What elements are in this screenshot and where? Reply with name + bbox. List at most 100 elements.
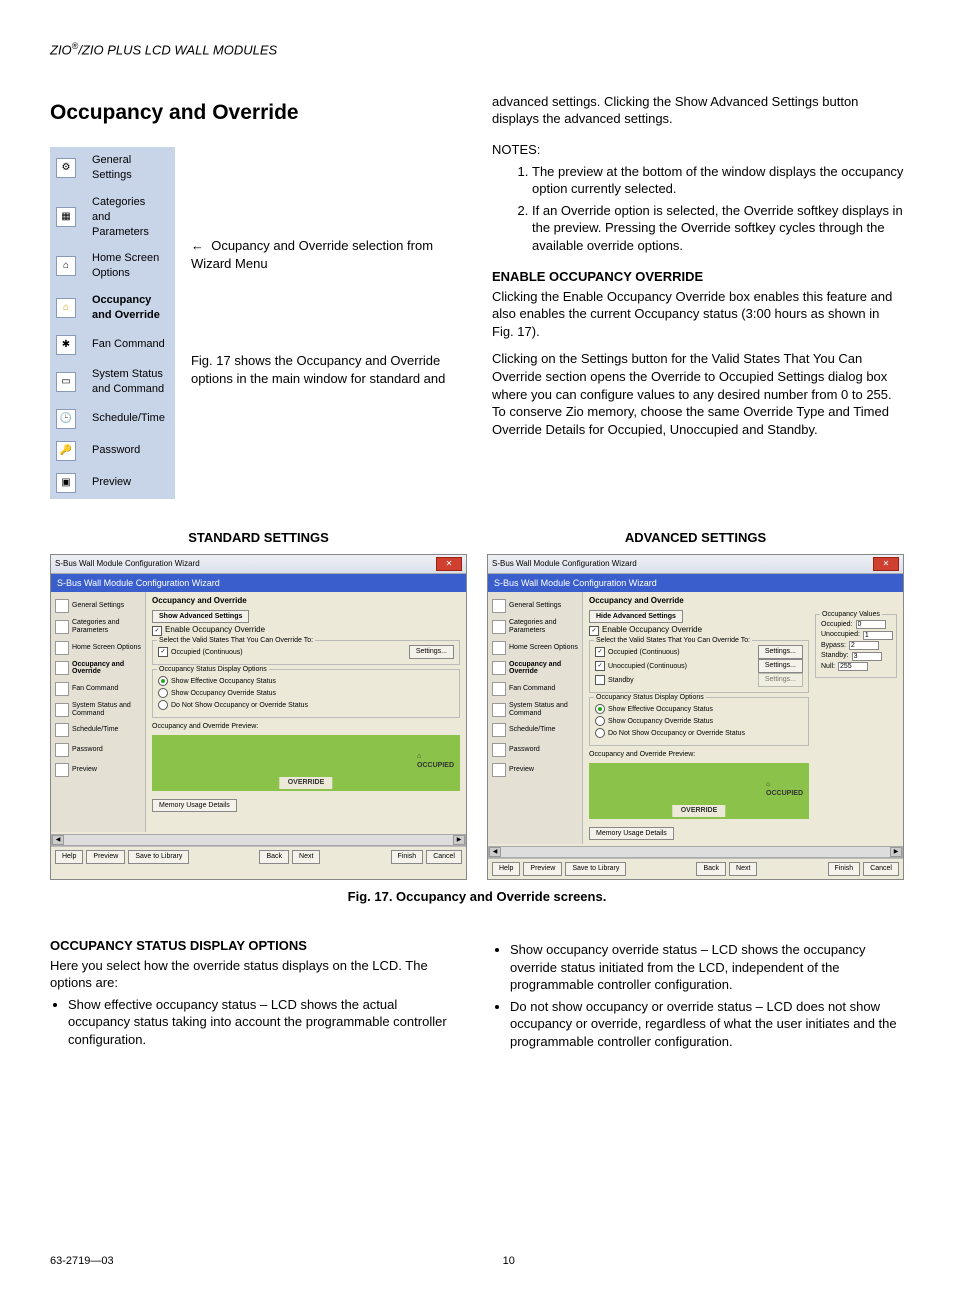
menu-item[interactable]: Password (86, 435, 175, 467)
display-options-legend: Occupancy Status Display Options (594, 693, 706, 702)
wizard-subtitle: S-Bus Wall Module Configuration Wizard (488, 574, 903, 592)
nav-icon (55, 723, 69, 737)
val-label: Occupied: (821, 620, 853, 629)
enable-para2: Clicking on the Settings button for the … (492, 350, 904, 438)
help-button[interactable]: Help (55, 850, 83, 863)
menu-item[interactable]: Occupancy and Override (86, 287, 175, 329)
scrollbar[interactable]: ◀▶ (51, 834, 466, 846)
do-not-show-radio[interactable] (595, 728, 605, 738)
nav-item[interactable]: Categories and Parameters (509, 619, 578, 634)
nav-item[interactable]: Fan Command (72, 685, 118, 693)
back-button[interactable]: Back (259, 850, 289, 863)
display-options-legend: Occupancy Status Display Options (157, 665, 269, 674)
occupied-checkbox[interactable]: ✓ (158, 647, 168, 657)
hide-advanced-button[interactable]: Hide Advanced Settings (589, 610, 683, 623)
save-library-button[interactable]: Save to Library (128, 850, 189, 863)
enable-override-checkbox[interactable]: ✓ (589, 626, 599, 636)
memory-usage-button[interactable]: Memory Usage Details (589, 827, 674, 840)
occupied-value[interactable] (856, 620, 886, 629)
nav-item[interactable]: Schedule/Time (509, 726, 555, 734)
standby-value[interactable] (852, 652, 882, 661)
standby-checkbox[interactable] (595, 675, 605, 685)
next-button[interactable]: Next (729, 862, 757, 875)
nav-icon (55, 763, 69, 777)
nav-item[interactable]: Categories and Parameters (72, 619, 141, 634)
nav-item[interactable]: Password (72, 746, 103, 754)
preview-button[interactable]: Preview (86, 850, 125, 863)
memory-usage-button[interactable]: Memory Usage Details (152, 799, 237, 812)
nav-icon (55, 703, 69, 717)
scrollbar[interactable]: ◀▶ (488, 846, 903, 858)
nav-item[interactable]: Occupancy and Override (509, 661, 578, 676)
nav-item[interactable]: Preview (72, 766, 97, 774)
nav-item[interactable]: General Settings (72, 602, 124, 610)
nav-item[interactable]: Fan Command (509, 685, 555, 693)
nav-item[interactable]: Schedule/Time (72, 726, 118, 734)
enable-override-checkbox[interactable]: ✓ (152, 626, 162, 636)
occupied-checkbox[interactable]: ✓ (595, 647, 605, 657)
menu-item[interactable]: Home Screen Options (86, 245, 175, 287)
nav-item[interactable]: Occupancy and Override (72, 661, 141, 676)
settings-button[interactable]: Settings... (758, 673, 803, 686)
doc-header: ZIO®/ZIO PLUS LCD WALL MODULES (50, 40, 904, 59)
nav-icon (492, 763, 506, 777)
para-top-right: advanced settings. Clicking the Show Adv… (492, 93, 904, 128)
settings-button[interactable]: Settings... (758, 645, 803, 658)
window-title: S-Bus Wall Module Configuration Wizard (492, 559, 637, 570)
override-softkey[interactable]: OVERRIDE (673, 805, 726, 816)
nav-icon (55, 620, 69, 634)
radio-label: Do Not Show Occupancy or Override Status (171, 701, 308, 710)
val-label: Unoccupied: (821, 630, 860, 639)
show-override-radio[interactable] (595, 716, 605, 726)
nav-icon (55, 682, 69, 696)
nav-item[interactable]: System Status and Command (72, 702, 141, 717)
menu-item[interactable]: Preview (86, 467, 175, 499)
show-advanced-button[interactable]: Show Advanced Settings (152, 610, 249, 623)
menu-item[interactable]: Fan Command (86, 329, 175, 361)
preview-occupied: ⌂OCCUPIED (766, 780, 803, 799)
null-value[interactable] (838, 662, 868, 671)
checkbox-label: Occupied (Continuous) (171, 648, 243, 657)
close-icon[interactable]: ✕ (873, 557, 899, 571)
bypass-value[interactable] (849, 641, 879, 650)
do-not-show-radio[interactable] (158, 700, 168, 710)
unoccupied-value[interactable] (863, 631, 893, 640)
val-label: Bypass: (821, 641, 846, 650)
menu-item[interactable]: Categories and Parameters (86, 189, 175, 246)
nav-item[interactable]: Password (509, 746, 540, 754)
override-softkey[interactable]: OVERRIDE (280, 777, 333, 788)
settings-button[interactable]: Settings... (758, 659, 803, 672)
show-effective-radio[interactable] (595, 704, 605, 714)
settings-button[interactable]: Settings... (409, 645, 454, 658)
show-effective-radio[interactable] (158, 676, 168, 686)
back-button[interactable]: Back (696, 862, 726, 875)
menu-item[interactable]: Schedule/Time (86, 403, 175, 435)
finish-button[interactable]: Finish (828, 862, 861, 875)
next-button[interactable]: Next (292, 850, 320, 863)
nav-item[interactable]: Home Screen Options (72, 644, 141, 652)
nav-icon (55, 599, 69, 613)
nav-item[interactable]: Home Screen Options (509, 644, 578, 652)
show-override-radio[interactable] (158, 688, 168, 698)
unoccupied-checkbox[interactable]: ✓ (595, 661, 605, 671)
settings-icon: ⚙ (56, 158, 76, 178)
finish-button[interactable]: Finish (391, 850, 424, 863)
menu-item[interactable]: System Status and Command (86, 361, 175, 403)
help-button[interactable]: Help (492, 862, 520, 875)
nav-item[interactable]: Preview (509, 766, 534, 774)
nav-item[interactable]: General Settings (509, 602, 561, 610)
radio-label: Show Occupancy Override Status (171, 689, 276, 698)
valid-states-legend: Select the Valid States That You Can Ove… (157, 636, 315, 645)
cancel-button[interactable]: Cancel (426, 850, 462, 863)
close-icon[interactable]: ✕ (436, 557, 462, 571)
menu-item[interactable]: General Settings (86, 147, 175, 189)
fan-icon: ✱ (56, 335, 76, 355)
cancel-button[interactable]: Cancel (863, 862, 899, 875)
checkbox-label: Unoccupied (Continuous) (608, 662, 687, 671)
doc-number: 63-2719—03 (50, 1254, 114, 1269)
page-number: 10 (503, 1254, 515, 1269)
save-library-button[interactable]: Save to Library (565, 862, 626, 875)
preview-button[interactable]: Preview (523, 862, 562, 875)
nav-item[interactable]: System Status and Command (509, 702, 578, 717)
nav-icon (492, 661, 506, 675)
